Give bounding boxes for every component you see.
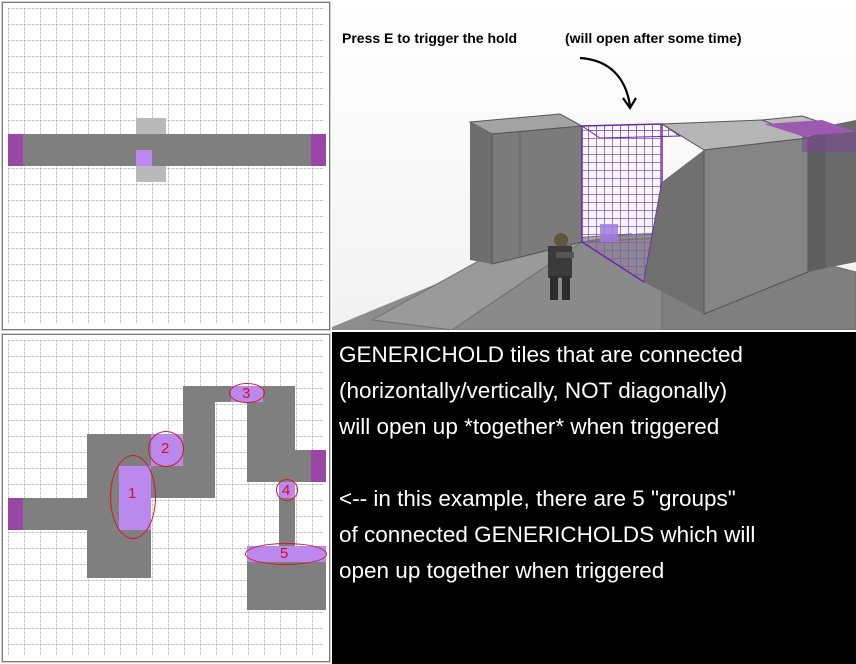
explanation-line-5: <-- in this example, there are 5 "groups… bbox=[339, 486, 736, 511]
exit-right bbox=[311, 450, 326, 482]
exit-left bbox=[8, 134, 23, 166]
explanation-panel: GENERICHOLD tiles that are connected (ho… bbox=[332, 332, 856, 664]
exit-right bbox=[311, 134, 326, 166]
corridor-tiles bbox=[8, 134, 326, 166]
path-tiles bbox=[183, 386, 215, 436]
top-map-grid bbox=[1, 1, 331, 331]
explanation-line-6: of connected GENERICHOLDS which will bbox=[339, 522, 756, 547]
bottom-map-grid: 1 2 3 4 5 bbox=[1, 333, 331, 663]
hold-tile bbox=[136, 150, 152, 166]
side-alcove-top bbox=[136, 118, 166, 134]
left-block-front bbox=[470, 122, 492, 264]
group-label-2: 2 bbox=[161, 440, 170, 457]
group-label-3: 3 bbox=[242, 385, 251, 402]
scene-screenshot: Press E to trigger the hold (will open a… bbox=[332, 2, 856, 330]
exit-left bbox=[8, 498, 23, 530]
explanation-line-3: will open up *together* when triggered bbox=[339, 414, 720, 439]
scene-illustration bbox=[332, 2, 856, 330]
group-label-5: 5 bbox=[280, 545, 289, 562]
caption-press-e: Press E to trigger the hold bbox=[342, 30, 518, 46]
explanation-line-2: (horizontally/vertically, NOT diagonally… bbox=[339, 378, 728, 403]
side-alcove-bottom bbox=[136, 166, 166, 182]
group-label-1: 1 bbox=[128, 485, 137, 502]
grid-lines bbox=[8, 8, 324, 324]
explanation-line-1: GENERICHOLD tiles that are connected bbox=[339, 342, 743, 367]
path-tiles bbox=[279, 498, 295, 546]
caption-will-open: (will open after some time) bbox=[565, 30, 742, 46]
group-label-4: 4 bbox=[282, 482, 291, 499]
explanation-line-7: open up together when triggered bbox=[339, 558, 665, 583]
